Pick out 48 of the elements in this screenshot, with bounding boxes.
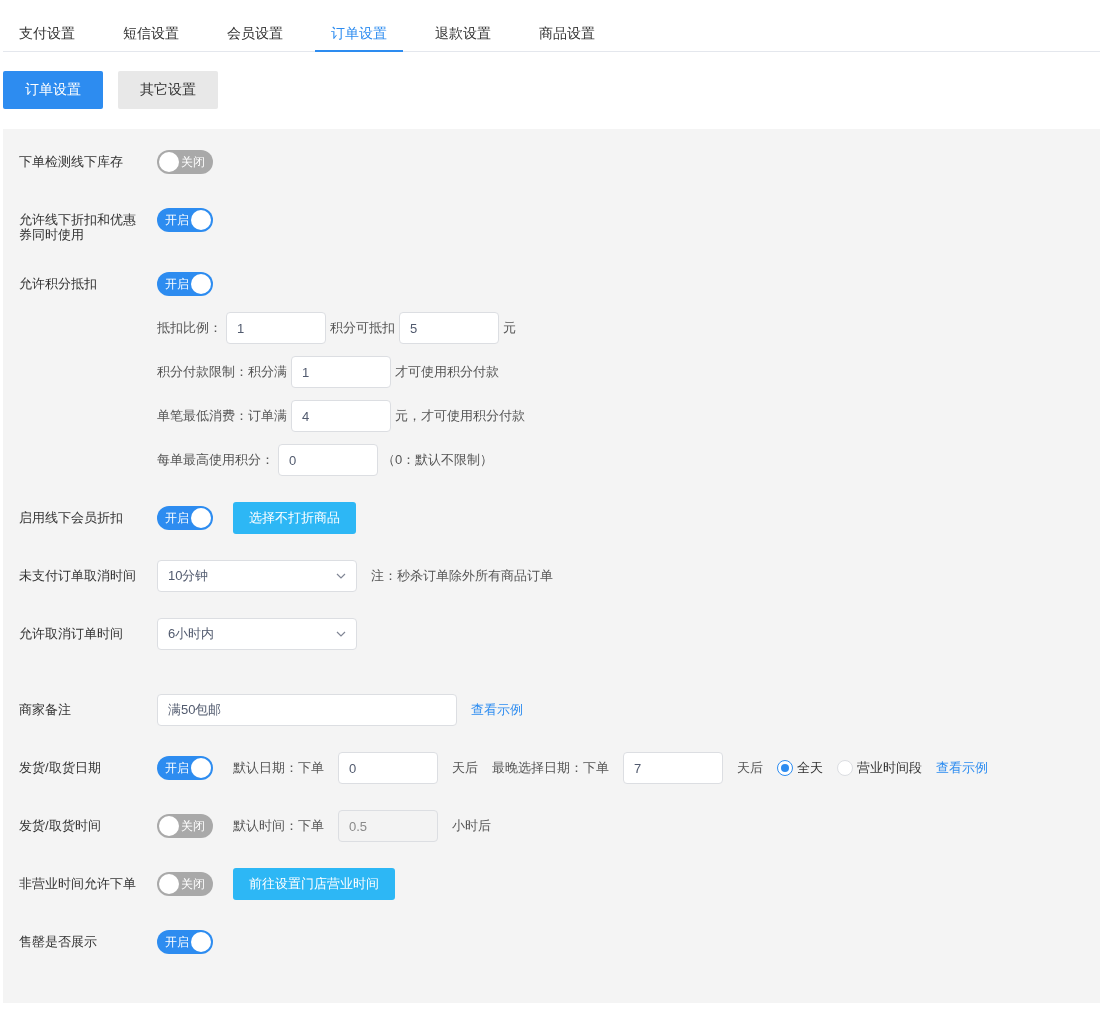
- setting-label: 允许取消订单时间: [19, 625, 124, 641]
- field-label: 才可使用积分付款: [395, 363, 499, 381]
- field-label: 天后: [452, 759, 478, 777]
- settings-tab[interactable]: 会员设置: [211, 17, 299, 52]
- setting-label: 允许积分抵扣: [19, 275, 98, 291]
- field-label: 默认时间：下单: [233, 817, 324, 835]
- field-label: 抵扣比例：: [157, 319, 222, 337]
- setting-label: 非营业时间允许下单: [19, 875, 137, 891]
- setting-label: 售罄是否展示: [19, 933, 98, 949]
- setting-label: 下单检测线下库存: [19, 153, 124, 169]
- settings-tab[interactable]: 退款设置: [419, 17, 507, 52]
- field-label: 每单最高使用积分：: [157, 451, 274, 469]
- text-input[interactable]: 满50包邮: [157, 694, 457, 726]
- field-label: 单笔最低消费：订单满: [157, 407, 287, 425]
- field-label: 注：秒杀订单除外所有商品订单: [371, 567, 553, 585]
- text-input[interactable]: 1: [291, 356, 391, 388]
- settings-tab[interactable]: 商品设置: [523, 17, 611, 52]
- field-label: 小时后: [452, 817, 491, 835]
- text-input[interactable]: 0: [338, 752, 438, 784]
- field-label: 最晚选择日期：下单: [492, 759, 609, 777]
- radio-option[interactable]: 营业时间段: [837, 759, 922, 777]
- field-label: 天后: [737, 759, 763, 777]
- dropdown-select[interactable]: 6小时内: [157, 618, 357, 650]
- radio-option[interactable]: 全天: [777, 759, 823, 777]
- dropdown-select[interactable]: 10分钟: [157, 560, 357, 592]
- text-input[interactable]: 5: [399, 312, 499, 344]
- field-label: （0：默认不限制）: [382, 451, 494, 469]
- text-input[interactable]: 0: [278, 444, 378, 476]
- field-label: 元，才可使用积分付款: [395, 407, 525, 425]
- setting-label: 允许线下折扣和优惠券同时使用: [19, 211, 137, 242]
- section-tab[interactable]: 其它设置: [118, 71, 218, 109]
- field-label: 元: [503, 319, 516, 337]
- chevron-down-icon: [336, 631, 346, 637]
- settings-tab[interactable]: 订单设置: [315, 17, 403, 52]
- setting-label: 商家备注: [19, 701, 72, 717]
- field-label: 积分付款限制：积分满: [157, 363, 287, 381]
- setting-label: 发货/取货时间: [19, 817, 102, 833]
- chevron-down-icon: [336, 573, 346, 579]
- setting-label: 发货/取货日期: [19, 759, 102, 775]
- text-input[interactable]: 1: [226, 312, 326, 344]
- field-label: 默认日期：下单: [233, 759, 324, 777]
- settings-tab[interactable]: 短信设置: [107, 17, 195, 52]
- setting-label: 未支付订单取消时间: [19, 567, 137, 583]
- field-label: 积分可抵扣: [330, 319, 395, 337]
- settings-tab[interactable]: 支付设置: [3, 17, 91, 52]
- text-input[interactable]: 7: [623, 752, 723, 784]
- text-input[interactable]: 4: [291, 400, 391, 432]
- setting-label: 启用线下会员折扣: [19, 509, 124, 525]
